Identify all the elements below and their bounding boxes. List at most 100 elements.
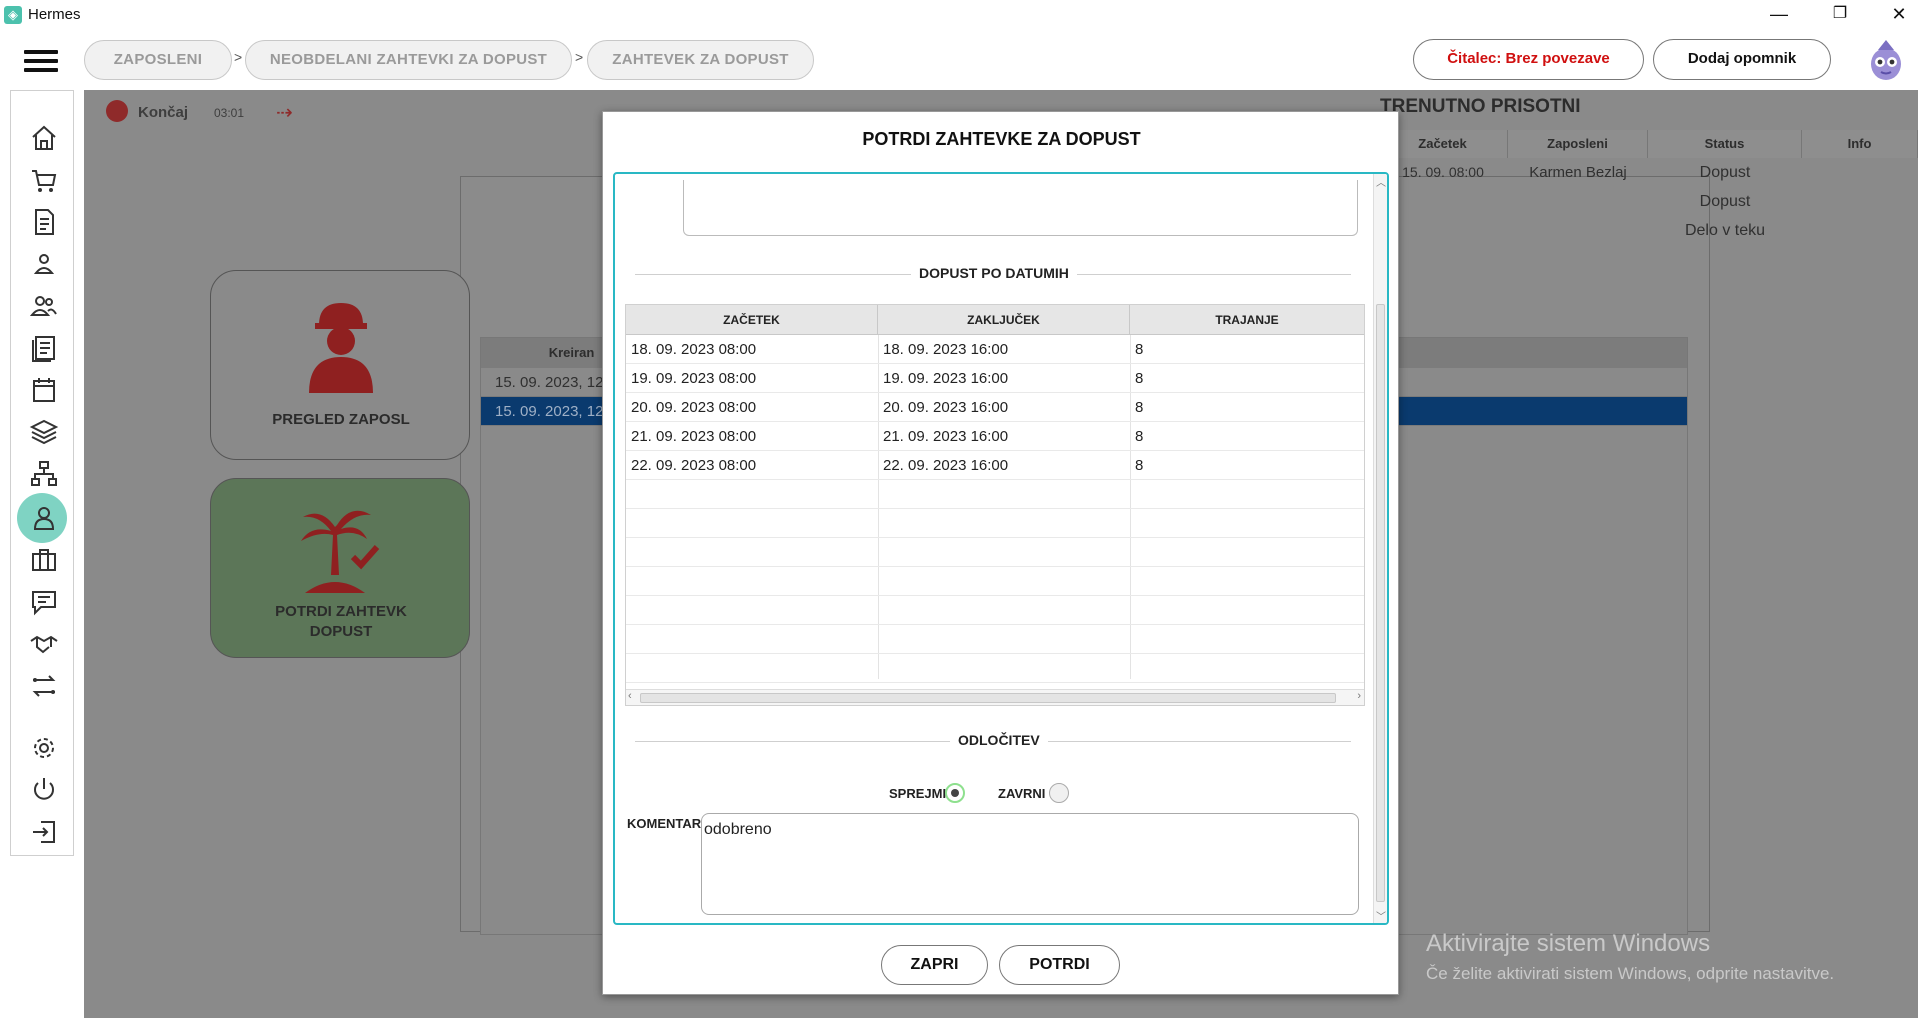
empty-row xyxy=(626,480,1364,509)
people-icon[interactable] xyxy=(27,289,61,323)
present-column-employee[interactable]: Zaposleni xyxy=(1508,130,1648,158)
empty-row xyxy=(626,538,1364,567)
scroll-up-icon[interactable]: ︿ xyxy=(1374,174,1387,189)
comment-label: KOMENTAR xyxy=(627,816,702,831)
empty-row xyxy=(626,625,1364,654)
present-column-status[interactable]: Status xyxy=(1648,130,1802,158)
title-bar: ◈ Hermes — ❐ ✕ xyxy=(0,0,1918,30)
employee-icon[interactable] xyxy=(27,501,61,535)
breadcrumb-separator: > xyxy=(234,49,243,65)
logout-icon[interactable] xyxy=(27,815,61,849)
column-start[interactable]: ZAČETEK xyxy=(626,305,878,335)
scrollbar-thumb[interactable] xyxy=(1376,304,1385,902)
present-column-info[interactable]: Info xyxy=(1802,130,1918,158)
scroll-down-icon[interactable]: ﹀ xyxy=(1374,908,1387,923)
reject-radio[interactable] xyxy=(1049,783,1069,803)
hamburger-menu-icon[interactable] xyxy=(24,50,58,76)
table-row[interactable]: 22. 09. 2023 08:00 22. 09. 2023 16:00 8 xyxy=(626,451,1364,480)
breadcrumb-unprocessed-requests[interactable]: NEOBDELANI ZAHTEVKI ZA DOPUST xyxy=(245,40,572,80)
cell-duration: 8 xyxy=(1135,341,1144,358)
chat-icon[interactable] xyxy=(27,585,61,619)
end-icon[interactable] xyxy=(106,100,128,122)
cell-duration: 8 xyxy=(1135,428,1144,445)
home-icon[interactable] xyxy=(27,121,61,155)
transfer-icon[interactable] xyxy=(27,669,61,703)
windows-activation-watermark: Aktivirajte sistem Windows xyxy=(1426,930,1711,957)
power-icon[interactable] xyxy=(27,773,61,807)
scroll-left-icon[interactable]: ‹ xyxy=(628,690,632,702)
exit-runner-icon[interactable]: ⇢ xyxy=(276,100,293,125)
present-employee-cell: Karmen Bezlaj xyxy=(1529,164,1627,181)
session-timer: 03:01 xyxy=(214,106,245,120)
present-status-cell: Dopust xyxy=(1699,193,1751,210)
cart-icon[interactable] xyxy=(27,163,61,197)
confirm-leave-label: POTRDI ZAHTEVK xyxy=(275,603,407,620)
add-reminder-button[interactable]: Dodaj opomnik xyxy=(1653,39,1831,80)
reader-status-button[interactable]: Čitalec: Brez povezave xyxy=(1413,39,1644,80)
cell-duration: 8 xyxy=(1135,370,1144,387)
horizontal-scrollbar-thumb[interactable] xyxy=(640,693,1336,703)
accept-radio-label[interactable]: SPREJMI xyxy=(889,786,946,801)
list-icon[interactable] xyxy=(27,331,61,365)
cell-start: 22. 09. 2023 08:00 xyxy=(631,457,757,474)
calendar-icon[interactable] xyxy=(27,373,61,407)
employee-overview-label: PREGLED ZAPOSL xyxy=(272,411,410,428)
cell-end: 18. 09. 2023 16:00 xyxy=(883,341,1009,358)
confirm-button[interactable]: POTRDI xyxy=(999,945,1120,985)
cell-start: 18. 09. 2023 08:00 xyxy=(631,341,757,358)
palm-tree-icon xyxy=(301,510,380,593)
restore-button[interactable]: ❐ xyxy=(1817,0,1863,30)
empty-row xyxy=(626,596,1364,625)
leave-dates-table: ZAČETEK ZAKLJUČEK TRAJANJE 18. 09. 2023 … xyxy=(625,304,1365,706)
confirm-leave-card[interactable]: POTRDI ZAHTEVK DOPUST xyxy=(210,478,470,658)
column-end[interactable]: ZAKLJUČEK xyxy=(878,305,1130,335)
comment-textarea[interactable]: odobreno xyxy=(701,813,1359,915)
dialog-title: POTRDI ZAHTEVKE ZA DOPUST xyxy=(862,129,1141,149)
present-status-cell: Dopust xyxy=(1699,164,1751,181)
close-window-button[interactable]: ✕ xyxy=(1876,0,1918,30)
decision-section-title: ODLOČITEV xyxy=(950,732,1048,748)
breadcrumb-employees[interactable]: ZAPOSLENI xyxy=(84,40,232,80)
cell-start: 21. 09. 2023 08:00 xyxy=(631,428,757,445)
cell-duration: 8 xyxy=(1135,457,1144,474)
table-row[interactable]: 18. 09. 2023 08:00 18. 09. 2023 16:00 8 xyxy=(626,335,1364,364)
breadcrumb-separator: > xyxy=(575,49,584,65)
assistant-avatar-icon[interactable] xyxy=(1866,38,1906,82)
handshake-icon[interactable] xyxy=(27,627,61,661)
gear-icon[interactable] xyxy=(27,731,61,765)
cell-end: 22. 09. 2023 16:00 xyxy=(883,457,1009,474)
table-row[interactable]: 21. 09. 2023 08:00 21. 09. 2023 16:00 8 xyxy=(626,422,1364,451)
close-button[interactable]: ZAPRI xyxy=(881,945,988,985)
network-icon[interactable] xyxy=(27,457,61,491)
column-duration[interactable]: TRAJANJE xyxy=(1130,305,1364,335)
present-status-cell: Delo v teku xyxy=(1684,222,1766,239)
cell-start: 20. 09. 2023 08:00 xyxy=(631,399,757,416)
app-logo-icon: ◈ xyxy=(4,6,22,24)
worker-helmet-icon xyxy=(309,303,373,393)
horizontal-scrollbar[interactable]: ‹ › xyxy=(626,689,1364,705)
confirm-leave-dialog: POTRDI ZAHTEVKE ZA DOPUST ︿ ﹀ DOPUST PO … xyxy=(602,111,1399,995)
empty-row xyxy=(626,654,1364,683)
breadcrumb-leave-request[interactable]: ZAHTEVEK ZA DOPUST xyxy=(587,40,814,80)
dates-section-title: DOPUST PO DATUMIH xyxy=(911,265,1077,281)
employee-overview-card[interactable]: PREGLED ZAPOSL xyxy=(210,270,470,460)
dialog-content-panel: ︿ ﹀ DOPUST PO DATUMIH ZAČETEK ZAKLJUČEK … xyxy=(613,172,1389,925)
minimize-button[interactable]: — xyxy=(1756,0,1802,30)
description-textarea[interactable] xyxy=(683,180,1358,236)
accept-radio[interactable] xyxy=(945,783,965,803)
present-panel-title: TRENUTNO PRISOTNI xyxy=(1380,96,1581,117)
reject-radio-label[interactable]: ZAVRNI xyxy=(998,786,1045,801)
briefcase-icon[interactable] xyxy=(27,543,61,577)
cell-end: 20. 09. 2023 16:00 xyxy=(883,399,1009,416)
document-icon[interactable] xyxy=(27,205,61,239)
app-title: Hermes xyxy=(28,6,81,23)
layers-icon[interactable] xyxy=(27,415,61,449)
windows-activation-hint: Če želite aktivirati sistem Windows, odp… xyxy=(1426,964,1835,983)
scroll-right-icon[interactable]: › xyxy=(1357,690,1361,702)
end-button-label[interactable]: Končaj xyxy=(138,104,188,121)
table-row[interactable]: 19. 09. 2023 08:00 19. 09. 2023 16:00 8 xyxy=(626,364,1364,393)
cell-end: 19. 09. 2023 16:00 xyxy=(883,370,1009,387)
vertical-scrollbar[interactable]: ︿ ﹀ xyxy=(1373,174,1387,923)
table-row[interactable]: 20. 09. 2023 08:00 20. 09. 2023 16:00 8 xyxy=(626,393,1364,422)
person-icon[interactable] xyxy=(27,247,61,281)
